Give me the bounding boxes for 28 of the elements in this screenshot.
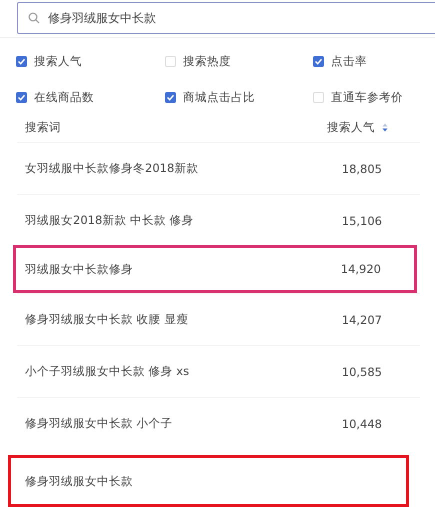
checkbox[interactable] [16, 56, 27, 68]
checkbox[interactable] [165, 92, 176, 103]
table-cell: 10,448 [342, 416, 382, 430]
table-cell: 14,920 [340, 262, 381, 276]
search-field[interactable]: 修身羽绒服女中长款 [17, 2, 435, 34]
table-cell: 修身羽绒服女中长款 [25, 474, 133, 488]
table-cell: 修身羽绒服女中长款 小个子 [25, 416, 173, 431]
filter-option[interactable]: 点击率 [313, 49, 435, 74]
table-cell: 羽绒服女中长款修身 [25, 262, 133, 276]
table-cell: 修身羽绒服女中长款 收腰 显瘦 [25, 312, 188, 327]
table-cell: 羽绒服女2018新款 中长款 修身 [25, 213, 194, 228]
sort-icon[interactable] [382, 122, 388, 132]
table-cell: 女羽绒服中长款修身冬2018新款 [25, 161, 198, 176]
checkbox[interactable] [313, 56, 324, 68]
column-header[interactable]: 搜索人气 [327, 117, 388, 137]
filter-option[interactable]: 直通车参考价 [313, 84, 435, 110]
column-header: 搜索词 [25, 118, 61, 136]
filter-option[interactable]: 在线商品数 [16, 84, 165, 110]
table-cell: 14,207 [342, 312, 382, 326]
table-cell: 15,106 [342, 214, 382, 228]
search-icon [28, 12, 40, 24]
checkbox[interactable] [16, 92, 27, 103]
table-cell: 10,585 [342, 364, 382, 378]
table-cell: 18,805 [342, 162, 382, 176]
filter-option[interactable]: 搜索热度 [165, 49, 313, 74]
filter-option[interactable]: 搜索人气 [16, 49, 165, 74]
filter-option[interactable]: 商城点击占比 [165, 84, 313, 110]
table-cell: 小个子羽绒服女中长款 修身 xs [25, 364, 190, 379]
